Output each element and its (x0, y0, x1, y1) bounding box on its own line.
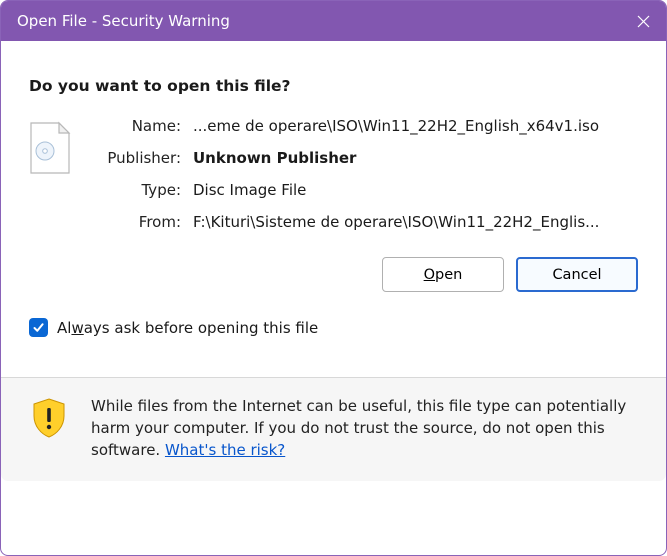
titlebar: Open File - Security Warning (1, 1, 666, 41)
dialog-heading: Do you want to open this file? (29, 77, 638, 95)
type-value: Disc Image File (193, 181, 599, 199)
file-details: Name: ...eme de operare\ISO\Win11_22H2_E… (29, 117, 638, 231)
always-ask-checkbox-row: Always ask before opening this file (29, 318, 638, 337)
dialog-content: Do you want to open this file? Name: ...… (1, 41, 666, 377)
check-icon (32, 321, 45, 334)
publisher-label: Publisher: (91, 149, 181, 167)
open-button[interactable]: Open (382, 257, 504, 292)
warning-text: While files from the Internet can be use… (91, 396, 638, 461)
publisher-value: Unknown Publisher (193, 149, 599, 167)
always-ask-checkbox[interactable] (29, 318, 48, 337)
window-title: Open File - Security Warning (17, 12, 620, 30)
button-row: Open Cancel (29, 257, 638, 292)
from-label: From: (91, 213, 181, 231)
type-label: Type: (91, 181, 181, 199)
warning-panel: While files from the Internet can be use… (1, 378, 666, 481)
file-properties: Name: ...eme de operare\ISO\Win11_22H2_E… (91, 117, 599, 231)
close-icon (637, 15, 650, 28)
from-value: F:\Kituri\Sisteme de operare\ISO\Win11_2… (193, 213, 599, 231)
whats-the-risk-link[interactable]: What's the risk? (165, 441, 285, 459)
always-ask-label: Always ask before opening this file (57, 319, 318, 337)
disc-image-file-icon (29, 121, 73, 177)
shield-warning-icon (29, 396, 73, 440)
cancel-button[interactable]: Cancel (516, 257, 638, 292)
name-value: ...eme de operare\ISO\Win11_22H2_English… (193, 117, 599, 135)
name-label: Name: (91, 117, 181, 135)
close-button[interactable] (620, 1, 666, 41)
